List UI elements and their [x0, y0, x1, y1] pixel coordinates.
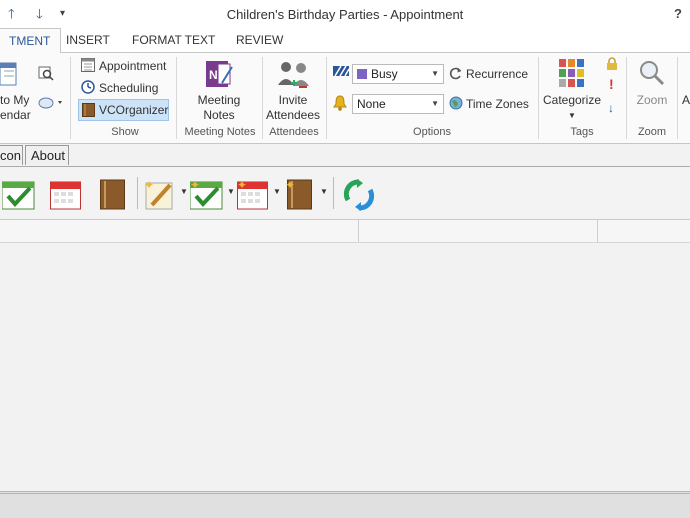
scheduling-icon: [81, 80, 95, 94]
recurrence-icon: [449, 67, 462, 80]
vcorganizer-toolbar: ✦ ▼ ✦ ▼ ✦ ▼ ✦ ▼: [0, 167, 690, 220]
categorize-button[interactable]: Categorize: [540, 93, 604, 108]
zoom-group-label: Zoom: [637, 126, 667, 138]
show-as-icon: [333, 66, 349, 76]
options-group-label: Options: [413, 126, 451, 138]
calendar-grid-icon[interactable]: [0, 57, 18, 87]
onenote-icon: N: [206, 61, 233, 87]
chevron-down-icon[interactable]: ▼: [227, 187, 235, 196]
show-appointment-button[interactable]: Appointment: [99, 59, 166, 74]
show-as-value: Busy: [371, 67, 398, 81]
svg-text:✦: ✦: [285, 179, 295, 192]
new-calendar-icon[interactable]: ✦: [237, 179, 269, 211]
time-zones-button[interactable]: Time Zones: [466, 97, 529, 112]
globe-icon: [449, 96, 463, 110]
zoom-button[interactable]: Zoom: [630, 93, 674, 108]
tab-insert[interactable]: INSERT: [56, 28, 120, 52]
help-button[interactable]: ?: [674, 6, 682, 21]
task-check-icon[interactable]: [2, 179, 36, 211]
notebook-icon[interactable]: [100, 179, 126, 211]
bell-icon: [333, 95, 347, 111]
calendar-search-icon[interactable]: [38, 65, 54, 81]
column-divider[interactable]: [597, 220, 598, 242]
busy-swatch: [357, 69, 367, 79]
meeting-notes-line1: Meeting: [197, 93, 241, 107]
chevron-down-icon: ▼: [431, 99, 439, 108]
zoom-icon: [640, 61, 665, 86]
vcorganizer-button[interactable]: VCOrganizer: [78, 99, 169, 121]
chevron-down-icon[interactable]: ▼: [180, 187, 188, 196]
chevron-down-icon: ▼: [431, 69, 439, 78]
reminder-select[interactable]: None ▼: [352, 94, 444, 114]
categorize-icon: [559, 59, 584, 87]
move-to-calendar-line1[interactable]: to My: [0, 93, 29, 108]
tab-format-text[interactable]: FORMAT TEXT: [122, 28, 225, 52]
chevron-down-icon[interactable]: ▼: [320, 187, 328, 196]
attendees-group-label: Attendees: [269, 126, 319, 138]
move-to-calendar-line2[interactable]: endar: [0, 108, 31, 123]
list-column-header: [0, 220, 690, 243]
ribbon-overflow-label: A: [682, 93, 690, 107]
chevron-down-icon[interactable]: ▼: [568, 108, 576, 123]
meeting-notes-button[interactable]: Meeting Notes: [186, 93, 252, 123]
new-task-icon[interactable]: ✦: [190, 179, 224, 211]
tab-icon[interactable]: con: [0, 145, 23, 165]
vcorganizer-content-area[interactable]: [0, 243, 690, 491]
invite-attendees-button[interactable]: Invite Attendees: [264, 93, 322, 123]
tab-appointment[interactable]: TMENT: [0, 28, 62, 54]
footer-bar: [0, 491, 690, 518]
show-scheduling-button[interactable]: Scheduling: [99, 81, 158, 96]
show-group-label: Show: [111, 126, 139, 138]
new-notebook-icon[interactable]: ✦: [285, 179, 313, 211]
reminder-value: None: [357, 97, 386, 111]
invite-attendees-icon: [278, 62, 309, 88]
meeting-notes-line2: Notes: [203, 108, 235, 122]
ribbon: to My endar Appointment Scheduling VCOrg…: [0, 53, 690, 144]
vcorganizer-label: VCOrganizer: [99, 103, 169, 117]
tags-group-label: Tags: [570, 126, 594, 138]
forward-options-icon[interactable]: [38, 95, 64, 111]
svg-text:✦: ✦: [144, 179, 154, 192]
window-title: Children's Birthday Parties - Appointmen…: [226, 7, 464, 22]
column-divider[interactable]: [358, 220, 359, 242]
sync-icon[interactable]: [343, 179, 375, 211]
tab-review[interactable]: REVIEW: [226, 28, 293, 52]
vcorganizer-tabs: con About: [0, 144, 690, 167]
high-importance-icon[interactable]: !: [609, 77, 614, 92]
vcorganizer-book-icon: [82, 103, 95, 117]
tab-about[interactable]: About: [25, 145, 69, 165]
calendar-icon[interactable]: [50, 179, 82, 211]
invite-attendees-line2: Attendees: [265, 108, 321, 122]
ribbon-tabs: TMENT INSERT FORMAT TEXT REVIEW: [0, 28, 690, 54]
invite-attendees-line1: Invite: [278, 93, 308, 107]
title-bar: 🡑 🡓 ▾ Children's Birthday Parties - Appo…: [0, 0, 690, 28]
low-importance-icon[interactable]: ↓: [608, 101, 614, 116]
lock-icon[interactable]: [606, 57, 618, 71]
svg-text:✦: ✦: [190, 179, 200, 192]
show-as-select[interactable]: Busy ▼: [352, 64, 444, 84]
svg-text:N: N: [209, 68, 218, 82]
recurrence-button[interactable]: Recurrence: [466, 67, 528, 82]
appointment-icon: [81, 58, 95, 72]
svg-text:✦: ✦: [237, 179, 247, 192]
new-note-icon[interactable]: ✦: [144, 179, 176, 211]
chevron-down-icon[interactable]: ▼: [273, 187, 281, 196]
meeting-notes-group-label: Meeting Notes: [184, 126, 256, 138]
